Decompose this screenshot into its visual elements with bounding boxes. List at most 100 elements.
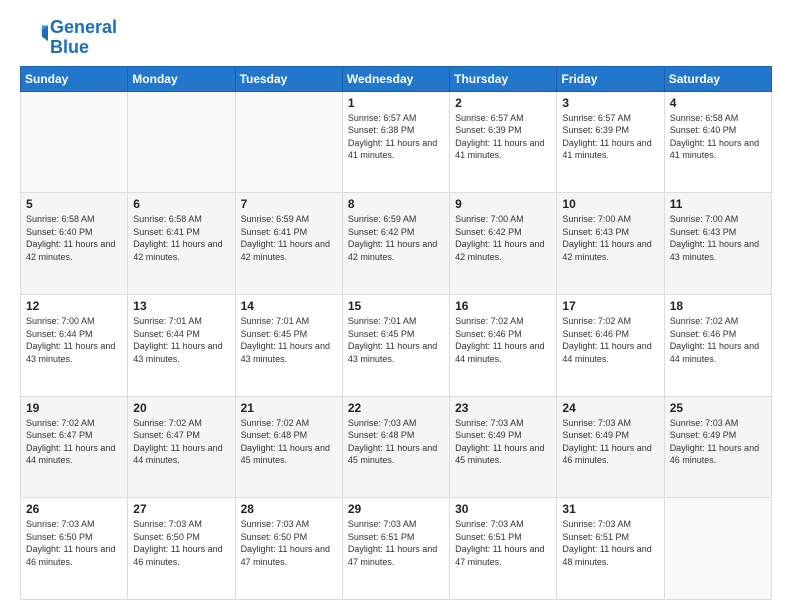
weekday-header-thursday: Thursday [450,66,557,91]
day-info: Sunrise: 7:00 AMSunset: 6:43 PMDaylight:… [670,213,766,263]
day-number: 11 [670,197,766,211]
day-number: 24 [562,401,658,415]
day-info: Sunrise: 7:03 AMSunset: 6:48 PMDaylight:… [348,417,444,467]
page: GeneralBlue SundayMondayTuesdayWednesday… [0,0,792,612]
day-number: 21 [241,401,337,415]
day-info: Sunrise: 6:58 AMSunset: 6:40 PMDaylight:… [670,112,766,162]
calendar-week-row: 1Sunrise: 6:57 AMSunset: 6:38 PMDaylight… [21,91,772,193]
calendar-cell: 19Sunrise: 7:02 AMSunset: 6:47 PMDayligh… [21,396,128,498]
calendar-cell: 13 Sunrise: 7:01 AMSunset: 6:44 PMDayligh… [128,294,235,396]
day-number: 2 [455,96,551,110]
calendar-cell: 3 Sunrise: 6:57 AMSunset: 6:39 PMDaylight… [557,91,664,193]
day-number: 13 [133,299,229,313]
day-number: 8 [348,197,444,211]
day-number: 20 [133,401,229,415]
calendar-cell: 6 Sunrise: 6:58 AMSunset: 6:41 PMDaylight… [128,193,235,295]
day-number: 7 [241,197,337,211]
day-number: 14 [241,299,337,313]
calendar-cell: 26 Sunrise: 7:03 AMSunset: 6:50 PMDayligh… [21,498,128,600]
day-number: 29 [348,502,444,516]
calendar-cell: 5 Sunrise: 6:58 AMSunset: 6:40 PMDaylight… [21,193,128,295]
calendar-cell: 27Sunrise: 7:03 AMSunset: 6:50 PMDayligh… [128,498,235,600]
calendar-cell: 7Sunrise: 6:59 AMSunset: 6:41 PMDaylight… [235,193,342,295]
day-number: 19 [26,401,122,415]
calendar-cell: 22 Sunrise: 7:03 AMSunset: 6:48 PMDayligh… [342,396,449,498]
day-info: Sunrise: 7:01 AMSunset: 6:44 PMDaylight:… [133,315,229,365]
calendar-cell: 30 Sunrise: 7:03 AMSunset: 6:51 PMDayligh… [450,498,557,600]
calendar-cell [128,91,235,193]
day-info: Sunrise: 7:03 AMSunset: 6:51 PMDaylight:… [455,518,551,568]
day-info: Sunrise: 7:03 AMSunset: 6:49 PMDaylight:… [562,417,658,467]
calendar-cell [21,91,128,193]
calendar-cell: 29 Sunrise: 7:03 AMSunset: 6:51 PMDayligh… [342,498,449,600]
day-number: 6 [133,197,229,211]
logo-icon [20,24,48,52]
logo-text: GeneralBlue [50,18,117,58]
calendar-cell: 15Sunrise: 7:01 AMSunset: 6:45 PMDayligh… [342,294,449,396]
day-info: Sunrise: 7:02 AMSunset: 6:47 PMDaylight:… [133,417,229,467]
day-info: Sunrise: 7:02 AMSunset: 6:48 PMDaylight:… [241,417,337,467]
day-info: Sunrise: 6:59 AMSunset: 6:42 PMDaylight:… [348,213,444,263]
calendar-cell: 31 Sunrise: 7:03 AMSunset: 6:51 PMDayligh… [557,498,664,600]
day-number: 30 [455,502,551,516]
calendar-cell: 18Sunrise: 7:02 AMSunset: 6:46 PMDayligh… [664,294,771,396]
day-number: 12 [26,299,122,313]
weekday-header-sunday: Sunday [21,66,128,91]
day-info: Sunrise: 7:03 AMSunset: 6:51 PMDaylight:… [348,518,444,568]
calendar-week-row: 12 Sunrise: 7:00 AMSunset: 6:44 PMDayligh… [21,294,772,396]
weekday-header-wednesday: Wednesday [342,66,449,91]
calendar-cell: 23Sunrise: 7:03 AMSunset: 6:49 PMDayligh… [450,396,557,498]
day-number: 3 [562,96,658,110]
day-number: 5 [26,197,122,211]
day-info: Sunrise: 7:03 AMSunset: 6:50 PMDaylight:… [241,518,337,568]
day-number: 23 [455,401,551,415]
day-info: Sunrise: 7:03 AMSunset: 6:49 PMDaylight:… [670,417,766,467]
day-info: Sunrise: 7:00 AMSunset: 6:44 PMDaylight:… [26,315,122,365]
day-number: 25 [670,401,766,415]
day-info: Sunrise: 7:01 AMSunset: 6:45 PMDaylight:… [241,315,337,365]
calendar-week-row: 19 Sunrise: 7:02 AMSunset: 6:47 PMDayligh… [21,396,772,498]
day-info: Sunrise: 7:00 AMSunset: 6:42 PMDaylight:… [455,213,551,263]
calendar-cell: 21 Sunrise: 7:02 AMSunset: 6:48 PMDayligh… [235,396,342,498]
day-info: Sunrise: 7:00 AMSunset: 6:43 PMDaylight:… [562,213,658,263]
day-info: Sunrise: 7:01 AMSunset: 6:45 PMDaylight:… [348,315,444,365]
header: GeneralBlue [20,18,772,58]
day-number: 17 [562,299,658,313]
day-info: Sunrise: 7:03 AMSunset: 6:51 PMDaylight:… [562,518,658,568]
day-number: 1 [348,96,444,110]
calendar-cell: 11 Sunrise: 7:00 AMSunset: 6:43 PMDayligh… [664,193,771,295]
day-number: 22 [348,401,444,415]
calendar-cell: 4 Sunrise: 6:58 AMSunset: 6:40 PMDaylight… [664,91,771,193]
day-info: Sunrise: 6:57 AMSunset: 6:39 PMDaylight:… [455,112,551,162]
weekday-header-friday: Friday [557,66,664,91]
calendar-week-row: 5 Sunrise: 6:58 AMSunset: 6:40 PMDaylight… [21,193,772,295]
calendar-week-row: 26 Sunrise: 7:03 AMSunset: 6:50 PMDayligh… [21,498,772,600]
day-info: Sunrise: 7:02 AMSunset: 6:46 PMDaylight:… [670,315,766,365]
day-info: Sunrise: 6:57 AMSunset: 6:39 PMDaylight:… [562,112,658,162]
day-number: 26 [26,502,122,516]
calendar-cell: 17 Sunrise: 7:02 AMSunset: 6:46 PMDayligh… [557,294,664,396]
calendar-cell: 2 Sunrise: 6:57 AMSunset: 6:39 PMDaylight… [450,91,557,193]
logo-blue: Blue [50,37,89,57]
day-info: Sunrise: 7:02 AMSunset: 6:46 PMDaylight:… [455,315,551,365]
calendar-cell: 9 Sunrise: 7:00 AMSunset: 6:42 PMDaylight… [450,193,557,295]
calendar-cell: 10Sunrise: 7:00 AMSunset: 6:43 PMDayligh… [557,193,664,295]
calendar-cell: 12 Sunrise: 7:00 AMSunset: 6:44 PMDayligh… [21,294,128,396]
day-info: Sunrise: 6:58 AMSunset: 6:41 PMDaylight:… [133,213,229,263]
day-info: Sunrise: 6:58 AMSunset: 6:40 PMDaylight:… [26,213,122,263]
day-info: Sunrise: 7:03 AMSunset: 6:50 PMDaylight:… [26,518,122,568]
day-info: Sunrise: 7:03 AMSunset: 6:50 PMDaylight:… [133,518,229,568]
calendar-cell: 1Sunrise: 6:57 AMSunset: 6:38 PMDaylight… [342,91,449,193]
day-number: 4 [670,96,766,110]
logo: GeneralBlue [20,18,117,58]
calendar-cell: 20 Sunrise: 7:02 AMSunset: 6:47 PMDayligh… [128,396,235,498]
calendar-table: SundayMondayTuesdayWednesdayThursdayFrid… [20,66,772,600]
calendar-cell: 14 Sunrise: 7:01 AMSunset: 6:45 PMDayligh… [235,294,342,396]
weekday-header-row: SundayMondayTuesdayWednesdayThursdayFrid… [21,66,772,91]
day-number: 9 [455,197,551,211]
day-info: Sunrise: 7:02 AMSunset: 6:46 PMDaylight:… [562,315,658,365]
day-number: 16 [455,299,551,313]
day-number: 31 [562,502,658,516]
calendar-cell: 24 Sunrise: 7:03 AMSunset: 6:49 PMDayligh… [557,396,664,498]
calendar-cell: 25 Sunrise: 7:03 AMSunset: 6:49 PMDayligh… [664,396,771,498]
